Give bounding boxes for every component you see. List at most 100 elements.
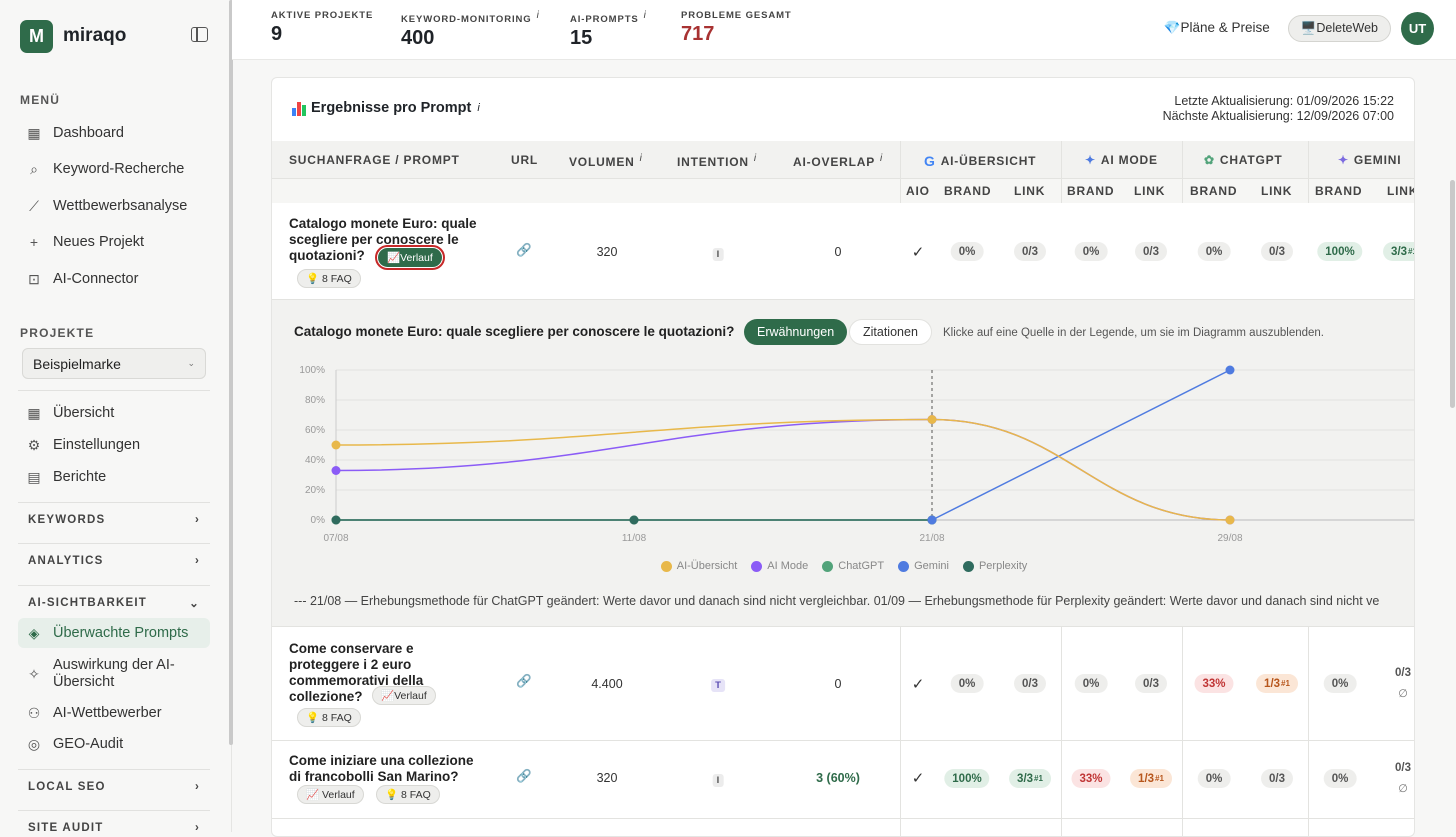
aio-link-chip[interactable]: 0/3 [1014,674,1046,693]
table-row: Come iniziare una collezione di francobo… [272,741,1414,819]
method-change-note: --- 21/08 — Erhebungsmethode für ChatGPT… [294,594,1380,608]
col-intent[interactable]: INTENTION i [677,153,757,169]
y-tick-label: 100% [299,365,325,376]
legend-item[interactable]: Gemini [898,560,949,572]
overlap-value: 0 [834,245,842,259]
sidebar-item-ai-connector[interactable]: ⊡ AI-Connector [18,264,210,294]
y-tick-label: 20% [305,485,325,496]
chevron-right-icon: › [194,780,200,793]
aimode-brand-chip: 0% [1074,674,1108,693]
robot-icon: ⊡ [28,270,40,287]
info-icon[interactable]: i [644,10,647,21]
sidebar-item-overview[interactable]: ▦ Übersicht [18,398,210,428]
sidebar-scrollbar[interactable] [229,0,233,745]
sidebar-item-reports[interactable]: ▤ Berichte [18,462,210,492]
chevron-down-icon: ⌄ [189,597,200,610]
sparkle-icon: ✧ [28,665,40,682]
aimode-link-chip[interactable]: 1/3 #1 [1130,769,1172,788]
history-button[interactable]: 📈Verlauf [378,248,442,267]
aimode-link-chip[interactable]: 0/3 [1135,242,1167,261]
x-tick-label: 29/08 [1217,533,1242,544]
sidebar-item-monitored-prompts[interactable]: ◈ Überwachte Prompts [18,618,210,648]
project-select[interactable]: Beispielmarke ⌄ [22,348,206,379]
volume-value: 4.400 [591,677,623,691]
volume-value: 320 [596,771,618,785]
series-line [931,369,1231,521]
intent-badge: I [712,774,724,787]
link-icon[interactable]: 🔗 [516,674,532,689]
history-button[interactable]: 📈 Verlauf [297,785,364,804]
chatgpt-link-chip[interactable]: 0/3 [1261,242,1293,261]
group-ai-visibility[interactable]: AI-SICHTBARKEIT ⌄ [18,585,210,619]
data-point [331,515,341,525]
tab-mentions[interactable]: Erwähnungen [744,319,848,345]
update-info: Letzte Aktualisierung: 01/09/2026 15:22 … [1162,94,1394,123]
grid-icon: ▦ [27,404,41,421]
faq-button[interactable]: 💡 8 FAQ [297,269,361,288]
legend-dot-icon [751,560,763,572]
y-tick-label: 40% [305,455,325,466]
faq-button[interactable]: 💡 8 FAQ [376,785,440,804]
chevron-right-icon: › [194,821,200,833]
sidebar-item-competitor-analysis[interactable]: ⟋ Wettbewerbsanalyse [18,191,210,221]
legend-hint: Klicke auf eine Quelle in der Legende, u… [943,327,1324,339]
legend-item[interactable]: ChatGPT [822,560,884,572]
plus-icon: + [29,234,39,250]
menu-section-label: MENÜ [20,93,61,107]
plans-pricing-link[interactable]: 💎Pläne & Preise [1164,20,1270,36]
overlap-value: 0 [834,677,842,691]
legend-dot-icon [822,560,834,572]
chatgpt-link-chip[interactable]: 0/3 [1261,769,1293,788]
x-tick-label: 07/08 [323,533,348,544]
aio-check-icon: ✓ [911,676,925,693]
col-volume[interactable]: VOLUMEN i [569,153,643,169]
sidebar-item-ai-overview-impact[interactable]: ✧ Auswirkung der AI-Übersicht [18,656,210,692]
sidebar-item-ai-competitors[interactable]: ⚇ AI-Wettbewerber [18,698,210,728]
avatar[interactable]: UT [1401,11,1434,45]
aimode-link-chip[interactable]: 0/3 [1135,674,1167,693]
users-icon: ⚇ [27,704,41,721]
brand-logo[interactable]: M miraqo [20,19,127,53]
intent-badge: T [711,679,725,692]
link-icon[interactable]: 🔗 [516,769,532,784]
history-button[interactable]: 📈Verlauf [372,686,436,705]
col-query[interactable]: SUCHANFRAGE / PROMPT [289,153,460,167]
data-point [1225,365,1235,375]
workspace-button[interactable]: 🖥️DeleteWeb [1287,14,1391,42]
group-site-audit[interactable]: SITE AUDIT › [18,810,210,832]
main-scrollbar[interactable] [1450,180,1455,408]
chart-line-icon: ⟋ [29,197,39,214]
history-panel: Catalogo monete Euro: quale scegliere pe… [272,300,1414,627]
group-local-seo[interactable]: LOCAL SEO › [18,769,210,803]
sidebar-item-dashboard[interactable]: ▦ Dashboard [18,118,210,148]
sidebar-item-settings[interactable]: ⚙ Einstellungen [18,430,210,460]
group-analytics[interactable]: ANALYTICS › [18,543,210,577]
grid-icon: ▦ [27,124,41,141]
sparkle-icon: ✦ [1085,153,1096,167]
tab-citations[interactable]: Zitationen [849,319,932,345]
faq-button[interactable]: 💡 8 FAQ [297,708,361,727]
sidebar-item-new-project[interactable]: + Neues Projekt [18,227,210,257]
info-icon[interactable]: i [537,10,540,21]
group-keywords[interactable]: KEYWORDS › [18,502,210,536]
sidebar-item-keyword-research[interactable]: ⌕ Keyword-Recherche [18,154,210,184]
aio-brand-chip: 0% [950,242,984,261]
col-url: URL [511,153,539,167]
gemini-icon: ✦ [1338,153,1349,167]
aio-link-chip[interactable]: 0/3 [1014,242,1046,261]
legend-item[interactable]: AI Mode [751,560,808,572]
stat-ai-prompts: AI-PROMPTS i 15 [570,10,647,50]
gemini-link-chip[interactable]: 3/3#1 [1383,242,1414,261]
link-icon[interactable]: 🔗 [516,243,532,258]
chatgpt-link-chip[interactable]: 1/3 #1 [1256,674,1298,693]
sidebar-item-geo-audit[interactable]: ◎ GEO-Audit [18,729,210,759]
aio-link-chip[interactable]: 3/3 #1 [1009,769,1051,788]
brand-name: miraqo [63,25,127,46]
info-icon[interactable]: i [477,102,479,114]
aimode-brand-chip: 33% [1071,769,1111,788]
y-tick-label: 0% [311,515,326,526]
sidebar-toggle-icon[interactable] [191,27,208,42]
col-overlap[interactable]: AI-OVERLAP i [793,153,883,169]
legend-item[interactable]: Perplexity [962,560,1027,572]
legend-item[interactable]: AI-Übersicht [660,560,737,572]
